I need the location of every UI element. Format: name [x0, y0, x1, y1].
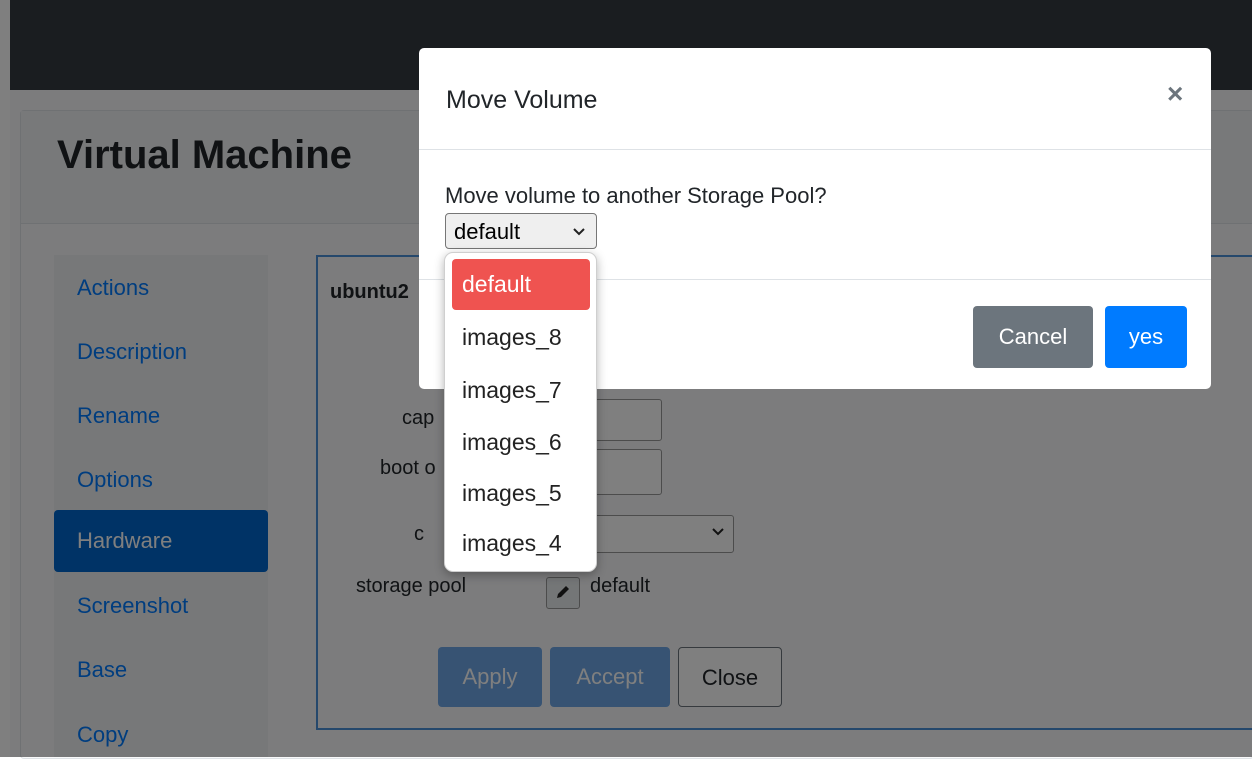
- storage-pool-select[interactable]: default: [445, 213, 597, 249]
- dropdown-option[interactable]: default: [452, 259, 590, 310]
- chevron-down-icon: [572, 224, 586, 242]
- move-prompt: Move volume to another Storage Pool?: [445, 183, 827, 208]
- dropdown-option[interactable]: images_8: [452, 312, 590, 363]
- dropdown-option[interactable]: images_5: [452, 468, 590, 519]
- storage-pool-dropdown: default images_8 images_7 images_6 image…: [444, 252, 597, 572]
- dropdown-option[interactable]: images_7: [452, 365, 590, 416]
- modal-title: Move Volume: [446, 86, 598, 114]
- modal-header: Move Volume ×: [419, 48, 1211, 150]
- cancel-button[interactable]: Cancel: [973, 306, 1093, 368]
- close-icon[interactable]: ×: [1167, 78, 1183, 110]
- yes-button[interactable]: yes: [1105, 306, 1187, 368]
- dropdown-option[interactable]: images_4: [452, 518, 590, 569]
- select-value: default: [454, 219, 521, 244]
- dropdown-option[interactable]: images_6: [452, 417, 590, 468]
